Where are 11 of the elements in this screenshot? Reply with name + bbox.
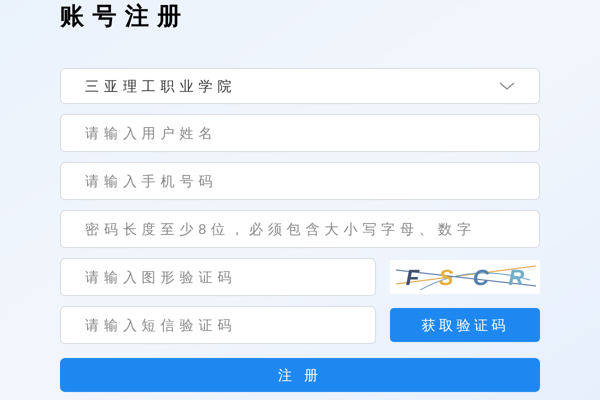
text-input-field[interactable]: 请输入用户姓名	[60, 114, 540, 152]
text-input-field[interactable]: 请输入手机号码	[60, 162, 540, 200]
page-title: 账号注册	[60, 2, 191, 32]
text-input-field[interactable]: 密码长度至少8位，必须包含大小写字母、数字	[60, 210, 540, 248]
captcha-input-field[interactable]: 请输入图形验证码	[60, 258, 376, 296]
get-code-button[interactable]: 获取验证码	[390, 308, 540, 342]
register-button[interactable]: 注 册	[60, 358, 540, 392]
sms-code-input-field[interactable]: 请输入短信验证码	[60, 306, 376, 344]
chevron-down-icon	[499, 82, 515, 90]
school-select[interactable]: 三亚理工职业学院	[60, 68, 540, 104]
school-value: 三亚理工职业学院	[85, 76, 236, 96]
